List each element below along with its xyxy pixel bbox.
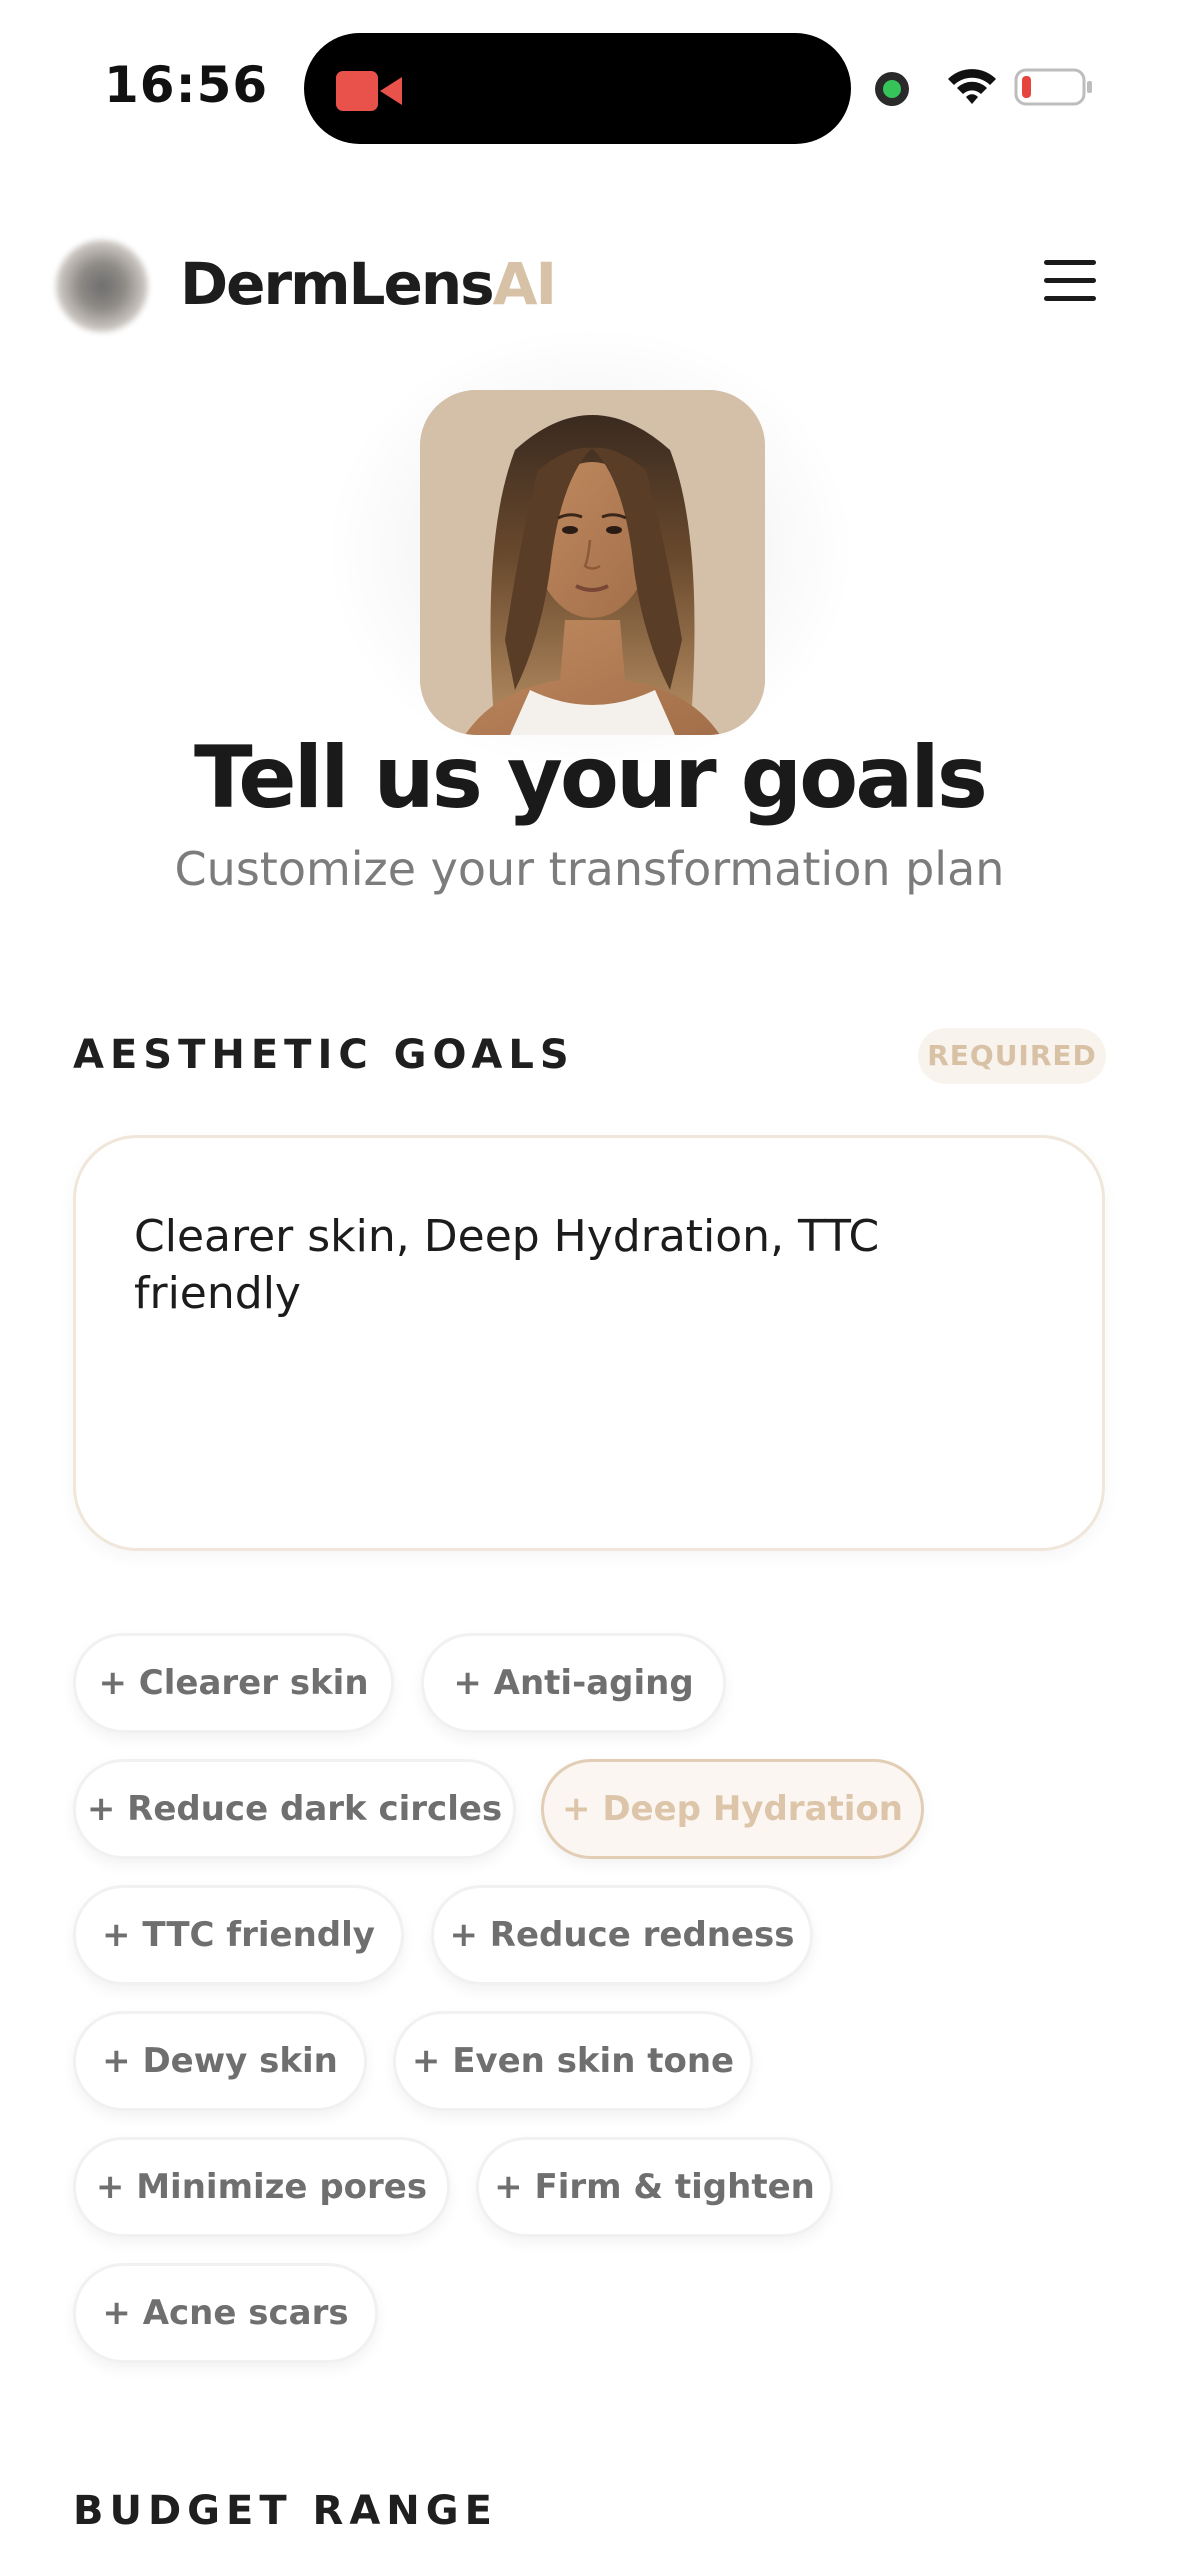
- battery-low-icon: [1014, 68, 1092, 106]
- page-subtitle: Customize your transformation plan: [174, 842, 1005, 896]
- brand-logo[interactable]: DermLensAI: [180, 250, 557, 318]
- hamburger-menu-icon[interactable]: [1040, 256, 1100, 306]
- chip-dewy-skin[interactable]: + Dewy skin: [73, 2011, 367, 2111]
- wifi-icon: [948, 69, 996, 104]
- chip-firm-tighten[interactable]: + Firm & tighten: [476, 2137, 833, 2237]
- chip-deep-hydration[interactable]: + Deep Hydration: [541, 1759, 924, 1859]
- portrait-image: [420, 390, 765, 735]
- page-title: Tell us your goals: [194, 728, 988, 828]
- chip-reduce-redness[interactable]: + Reduce redness: [431, 1885, 813, 1985]
- facetime-camera-icon: [336, 71, 402, 111]
- chip-ttc-friendly[interactable]: + TTC friendly: [73, 1885, 404, 1985]
- chip-reduce-dark-circles[interactable]: + Reduce dark circles: [73, 1759, 516, 1859]
- chip-minimize-pores[interactable]: + Minimize pores: [73, 2137, 450, 2237]
- status-time: 16:56: [104, 56, 269, 114]
- chip-anti-aging[interactable]: + Anti-aging: [421, 1633, 726, 1733]
- dynamic-island: [304, 33, 851, 144]
- brand-name: DermLens: [180, 250, 495, 318]
- required-badge: REQUIRED: [918, 1028, 1106, 1084]
- chip-clearer-skin[interactable]: + Clearer skin: [73, 1633, 394, 1733]
- chip-even-skin-tone[interactable]: + Even skin tone: [393, 2011, 753, 2111]
- chip-acne-scars[interactable]: + Acne scars: [73, 2263, 378, 2363]
- aesthetic-goals-label: AESTHETIC GOALS: [73, 1032, 575, 1078]
- budget-range-label: BUDGET RANGE: [73, 2488, 498, 2534]
- privacy-indicator-dot: [875, 72, 909, 106]
- aesthetic-goals-input[interactable]: Clearer skin, Deep Hydration, TTC friend…: [73, 1135, 1105, 1551]
- brand-accent: AI: [492, 250, 557, 318]
- logo-mark: [56, 240, 148, 332]
- screen: 16:56 DermLensAI Tell us your goals Cust…: [0, 0, 1179, 2556]
